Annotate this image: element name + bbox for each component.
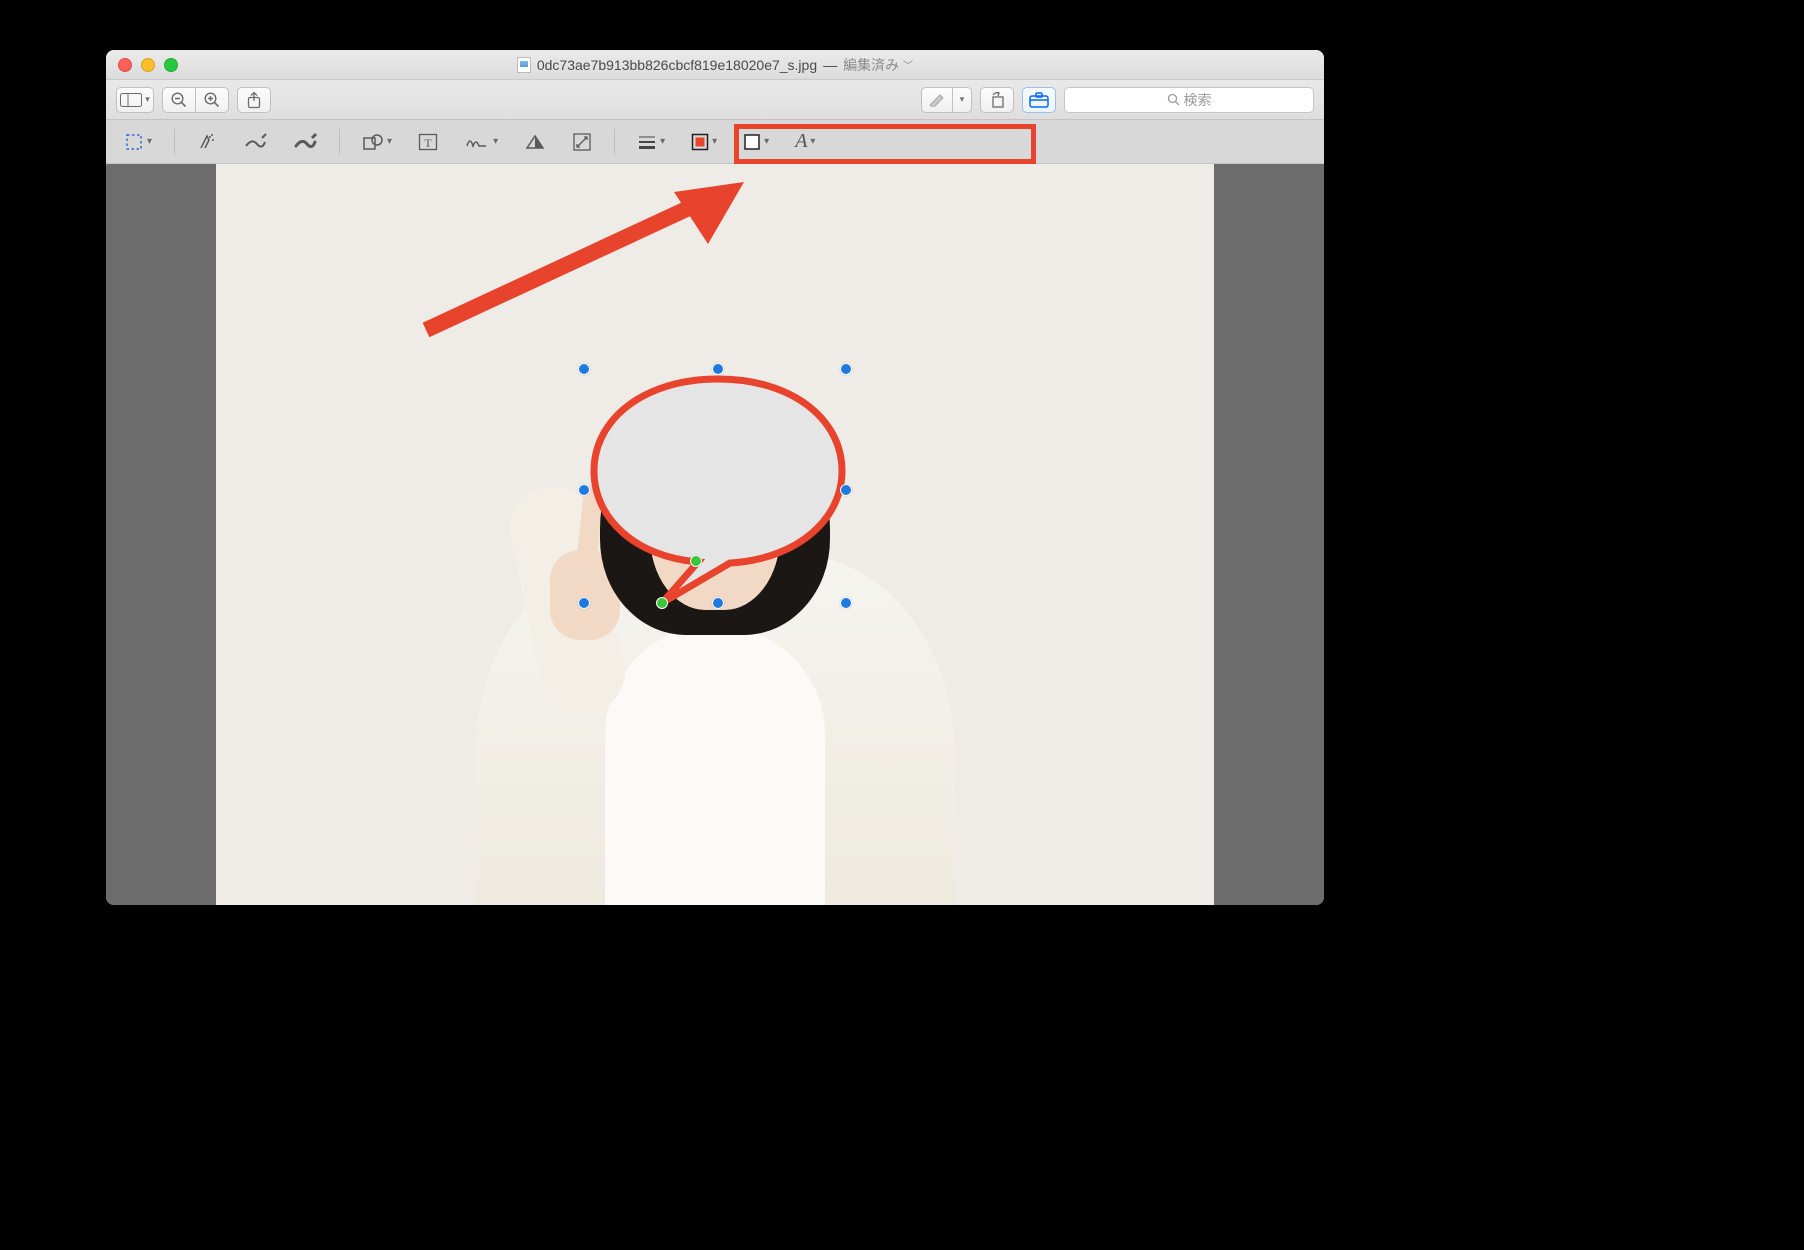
search-icon [1167,93,1180,106]
resize-handle-w[interactable] [578,484,590,496]
border-color-button[interactable]: ▾ [687,127,721,157]
window-controls [118,58,178,72]
resize-handle-ne[interactable] [840,363,852,375]
markup-toolbox-button[interactable] [1022,87,1056,113]
image-canvas[interactable] [106,164,1324,905]
zoom-in-button[interactable] [195,87,229,113]
titlebar: 0dc73ae7b913bb826cbcf819e18020e7_s.jpg —… [106,50,1324,80]
zoom-out-button[interactable] [162,87,196,113]
title-chevron-icon: ﹀ [903,57,913,72]
search-field[interactable]: 検索 [1064,87,1314,113]
shapes-tool-button[interactable]: ▾ [358,127,396,157]
tail-handle-base[interactable] [690,555,702,567]
window-title[interactable]: 0dc73ae7b913bb826cbcf819e18020e7_s.jpg —… [517,55,913,75]
preview-window: 0dc73ae7b913bb826cbcf819e18020e7_s.jpg —… [106,50,1324,905]
instant-alpha-button[interactable] [193,127,221,157]
minimize-window-button[interactable] [141,58,155,72]
adjust-size-button[interactable] [568,127,596,157]
separator [174,129,175,155]
highlight-pen-menu-button[interactable]: ▾ [952,87,972,113]
draw-tool-button[interactable] [289,127,321,157]
callout-arrow-annotation[interactable] [406,170,766,345]
svg-text:T: T [424,136,432,150]
search-placeholder: 検索 [1184,90,1212,110]
text-style-button[interactable]: A ▾ [791,127,819,157]
resize-handle-nw[interactable] [578,363,590,375]
resize-handle-e[interactable] [840,484,852,496]
tail-handle-tip[interactable] [656,597,668,609]
speech-bubble-annotation[interactable] [584,369,852,609]
resize-handle-se[interactable] [840,597,852,609]
separator [339,129,340,155]
title-separator: — [823,57,837,73]
callout-highlight-rect [734,124,1036,164]
resize-handle-sw[interactable] [578,597,590,609]
separator [614,129,615,155]
zoom-window-button[interactable] [164,58,178,72]
border-style-button[interactable]: ▾ [633,127,669,157]
markup-toolbar: ▾ ▾ T ▾ ▾ [106,120,1324,164]
resize-handle-s[interactable] [712,597,724,609]
text-tool-button[interactable]: T [414,127,442,157]
fill-color-button[interactable]: ▾ [739,127,773,157]
share-button[interactable] [237,87,271,113]
file-icon [517,57,531,73]
rotate-button[interactable] [980,87,1014,113]
main-toolbar: ▾ ▾ 検索 [106,80,1324,120]
sign-tool-button[interactable]: ▾ [460,127,502,157]
resize-handle-n[interactable] [712,363,724,375]
edited-status-label: 編集済み [843,55,899,75]
close-window-button[interactable] [118,58,132,72]
sidebar-view-button[interactable]: ▾ [116,87,154,113]
selection-tool-button[interactable]: ▾ [120,127,156,157]
adjust-color-button[interactable] [520,127,550,157]
filename-label: 0dc73ae7b913bb826cbcf819e18020e7_s.jpg [537,57,817,73]
highlight-pen-button[interactable] [921,87,953,113]
sketch-tool-button[interactable] [239,127,271,157]
